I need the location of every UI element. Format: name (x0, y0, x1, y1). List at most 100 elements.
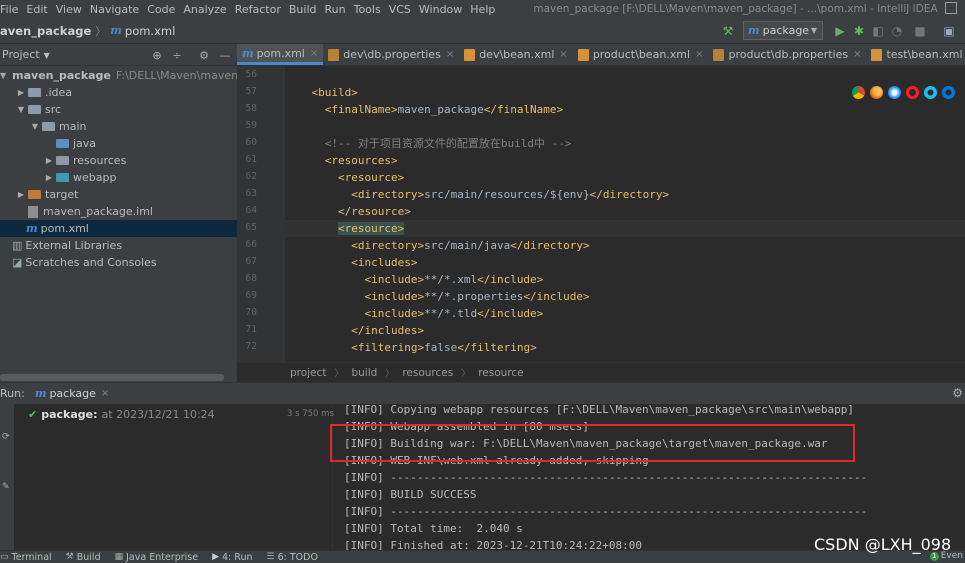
tree-item[interactable]: ▶ target (0, 186, 237, 203)
menu-tools[interactable]: Tools (350, 3, 385, 16)
code-editor[interactable]: <build> <finalName>maven_package</finalN… (285, 66, 965, 362)
menu-run[interactable]: Run (321, 3, 350, 16)
xml-tag: <resources> (324, 154, 398, 167)
breadcrumb-item[interactable]: build (351, 367, 377, 379)
breadcrumb-item[interactable]: resource (478, 367, 523, 379)
code-line: <!-- 对于项目资源文件的配置放在build中 --> (285, 135, 965, 152)
tree-item[interactable]: ▼ maven_package F:\DELL\Maven\maven_packa (0, 67, 237, 84)
editor-tab[interactable]: m pom.xml × (237, 44, 324, 65)
hammer-build-icon[interactable]: ⚒ (720, 23, 736, 39)
gear-icon[interactable]: ⚙ (197, 48, 211, 62)
collapse-all-icon[interactable]: ÷ (170, 48, 184, 62)
build-tool-button[interactable]: ⚒ Build (66, 552, 101, 563)
run-tree: ⟳ ✎ ✔ package: at 2023/12/21 10:24 3 s 7… (0, 404, 334, 550)
run-tool-button[interactable]: ▶ 4: Run (212, 552, 252, 563)
nav-project[interactable]: aven_package (0, 24, 91, 38)
menu-navigate[interactable]: Navigate (86, 3, 143, 16)
collapsed-arrow-icon[interactable]: ▶ (16, 88, 26, 97)
folder-icon (28, 88, 41, 97)
close-run-tab-icon[interactable]: × (101, 388, 109, 399)
close-tab-icon[interactable]: × (310, 48, 318, 59)
tree-item[interactable]: ◪ Scratches and Consoles (0, 254, 237, 271)
xml-tag: <resource> (337, 222, 405, 235)
tree-item[interactable]: ▶ resources (0, 152, 237, 169)
pin-icon[interactable]: ✎ (2, 482, 10, 492)
editor-tab[interactable]: test\bean.xml× (866, 44, 965, 65)
hide-icon[interactable]: — (218, 48, 232, 62)
java-enterprise-tool-button[interactable]: ▦ Java Enterprise (115, 552, 198, 563)
tree-item[interactable]: ▶ webapp (0, 169, 237, 186)
horizontal-scrollbar[interactable] (0, 374, 224, 381)
nav-file[interactable]: pom.xml (125, 24, 175, 38)
menu-analyze[interactable]: Analyze (179, 3, 230, 16)
editor-tab[interactable]: dev\bean.xml × (459, 44, 573, 65)
menu-window[interactable]: Window (415, 3, 466, 16)
menu-edit[interactable]: Edit (22, 3, 51, 16)
line-number: 63 (245, 188, 257, 199)
run-settings-gear-icon[interactable]: ⚙ (952, 386, 963, 400)
editor-tab[interactable]: product\bean.xml × (573, 44, 709, 65)
menu-vcs[interactable]: VCS (385, 3, 415, 16)
run-icon[interactable]: ▶ (832, 23, 848, 39)
expanded-arrow-icon[interactable]: ▼ (0, 71, 6, 80)
close-tab-icon[interactable]: × (853, 49, 861, 60)
editor-tab[interactable]: product\db.properties × (708, 44, 866, 65)
debug-icon[interactable]: ✱ (851, 23, 867, 39)
close-tab-icon[interactable]: × (695, 49, 703, 60)
collapsed-arrow-icon[interactable]: ▶ (44, 156, 54, 165)
tree-item[interactable]: ▼ src (0, 101, 237, 118)
menu-code[interactable]: Code (143, 3, 179, 16)
xml-tag: </resource> (337, 205, 411, 218)
xml-tag: <include> (364, 273, 425, 286)
tree-item[interactable]: maven_package.iml (0, 203, 237, 220)
code-line: <resource> (285, 220, 965, 237)
tree-item[interactable]: java (0, 135, 237, 152)
close-tab-icon[interactable]: × (559, 49, 567, 60)
rerun-icon[interactable]: ⟳ (2, 432, 10, 442)
breadcrumb-item[interactable]: project (290, 367, 326, 379)
tree-item[interactable]: m pom.xml (0, 220, 237, 237)
project-panel-header: Project ▼ ⊕ ÷ ⚙ — (0, 44, 237, 66)
menu-refactor[interactable]: Refactor (231, 3, 285, 16)
profile-icon[interactable]: ◔ (889, 23, 905, 39)
restore-window-icon[interactable] (945, 2, 957, 14)
collapsed-arrow-icon[interactable]: ▶ (16, 190, 26, 199)
maven-icon: m (242, 46, 254, 60)
target-icon[interactable]: ⊕ (150, 48, 164, 62)
run-configuration-select[interactable]: m package ▼ (743, 21, 823, 40)
run-task-row[interactable]: ✔ package: at 2023/12/21 10:24 (28, 406, 328, 423)
tree-item[interactable]: ▼ main (0, 118, 237, 135)
project-structure-icon[interactable]: ▣ (941, 23, 957, 39)
menu-help[interactable]: Help (466, 3, 499, 16)
tree-item[interactable]: ▶ .idea (0, 84, 237, 101)
code-line: </includes> (285, 322, 965, 339)
menu-build[interactable]: Build (285, 3, 321, 16)
terminal-tool-button[interactable]: ▭ Terminal (0, 552, 52, 563)
folder-icon (56, 156, 69, 165)
tree-item-label: External Libraries (25, 239, 123, 252)
run-toolbar: ⟳ ✎ (0, 404, 14, 550)
run-tab-label[interactable]: package (49, 387, 95, 400)
stop-icon[interactable]: ■ (912, 23, 928, 39)
maven-icon: m (26, 222, 38, 235)
xml-text: **/*.tld (424, 307, 478, 320)
collapsed-arrow-icon[interactable]: ▶ (44, 173, 54, 182)
todo-tool-button[interactable]: ☰ 6: TODO (267, 552, 318, 563)
line-number: 67 (245, 256, 257, 267)
close-tab-icon[interactable]: × (446, 49, 454, 60)
menu-file[interactable]: File (0, 3, 22, 16)
breadcrumb-item[interactable]: resources (402, 367, 453, 379)
tree-item[interactable]: ▥ External Libraries (0, 237, 237, 254)
menu-view[interactable]: View (52, 3, 86, 16)
maven-icon: m (34, 387, 47, 400)
xml-text: src/main/resources/${env} (424, 188, 590, 201)
hammer-icon: ⚒ (65, 552, 74, 562)
xml-tag: </include> (477, 273, 544, 286)
expanded-arrow-icon[interactable]: ▼ (30, 122, 40, 131)
expanded-arrow-icon[interactable]: ▼ (16, 105, 26, 114)
editor-tab-label: dev\bean.xml (479, 48, 555, 61)
coverage-icon[interactable]: ◧ (870, 23, 886, 39)
editor-tab[interactable]: dev\db.properties × (323, 44, 459, 65)
project-view-selector[interactable]: Project ▼ (2, 48, 50, 61)
